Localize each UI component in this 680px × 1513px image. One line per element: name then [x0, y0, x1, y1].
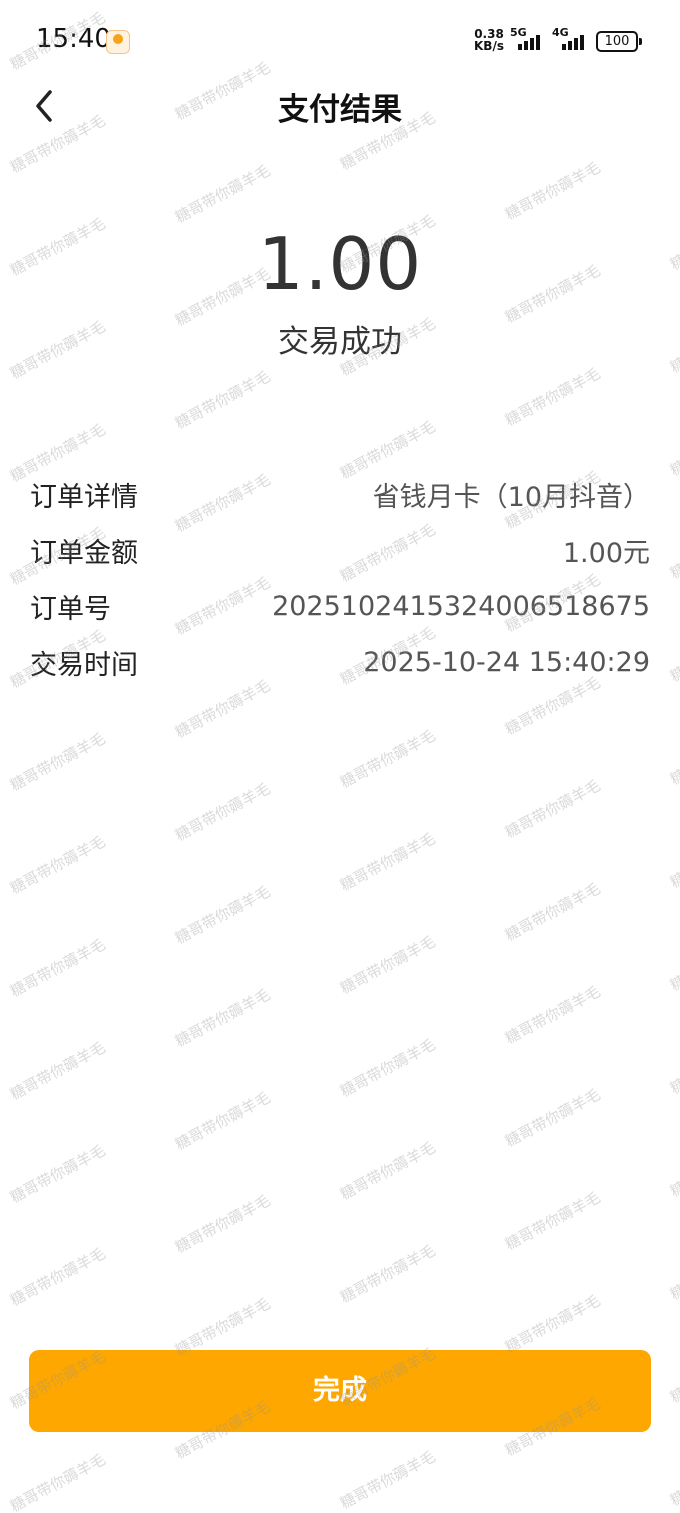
payment-amount: 1.00: [257, 222, 423, 306]
detail-row-order-number: 订单号 2025102415324006518675: [30, 578, 650, 634]
detail-row-transaction-time: 交易时间 2025-10-24 15:40:29: [30, 634, 650, 690]
watermark-text: 糖哥带你薅羊毛: [502, 1188, 604, 1254]
page-title: 支付结果: [278, 92, 402, 128]
watermark-text: 糖哥带你薅羊毛: [337, 829, 439, 895]
watermark-text: 糖哥带你薅羊毛: [172, 779, 274, 845]
watermark-text: 糖哥带你薅羊毛: [337, 1138, 439, 1204]
status-bar: 15:40 0.38 KB/s 5G 4G 100: [0, 0, 680, 80]
watermark-text: 糖哥带你薅羊毛: [502, 879, 604, 945]
detail-value: 1.00元: [562, 537, 650, 569]
watermark-text: 糖哥带你薅羊毛: [337, 726, 439, 792]
status-time: 15:40: [36, 24, 111, 54]
watermark-text: 糖哥带你薅羊毛: [337, 1035, 439, 1101]
watermark-text: 糖哥带你薅羊毛: [667, 517, 680, 583]
detail-value: 2025-10-24 15:40:29: [363, 646, 650, 678]
watermark-text: 糖哥带你薅羊毛: [667, 1135, 680, 1201]
watermark-text: 糖哥带你薅羊毛: [502, 982, 604, 1048]
watermark-text: 糖哥带你薅羊毛: [667, 723, 680, 789]
watermark-text: 糖哥带你薅羊毛: [7, 1450, 109, 1513]
app-notification-icon: [106, 30, 130, 54]
watermark-text: 糖哥带你薅羊毛: [7, 1244, 109, 1310]
detail-label: 订单号: [30, 593, 111, 625]
detail-value: 省钱月卡（10月抖音）: [372, 481, 650, 513]
watermark-text: 糖哥带你薅羊毛: [7, 1141, 109, 1207]
watermark-text: 糖哥带你薅羊毛: [172, 161, 274, 227]
transaction-status: 交易成功: [278, 324, 402, 360]
signal-bars-icon: [518, 32, 546, 50]
battery-icon: 100: [596, 31, 642, 52]
network-speed-unit: KB/s: [474, 39, 504, 53]
watermark-text: 糖哥带你薅羊毛: [502, 1085, 604, 1151]
watermark-text: 糖哥带你薅羊毛: [667, 1444, 680, 1510]
watermark-text: 糖哥带你薅羊毛: [667, 620, 680, 686]
watermark-text: 糖哥带你薅羊毛: [7, 729, 109, 795]
watermark-text: 糖哥带你薅羊毛: [337, 1447, 439, 1513]
watermark-text: 糖哥带你薅羊毛: [172, 985, 274, 1051]
watermark-text: 糖哥带你薅羊毛: [172, 1088, 274, 1154]
detail-row-order-info: 订单详情 省钱月卡（10月抖音）: [30, 466, 650, 522]
watermark-text: 糖哥带你薅羊毛: [502, 1291, 604, 1357]
watermark-text: 糖哥带你薅羊毛: [172, 882, 274, 948]
detail-label: 交易时间: [30, 649, 138, 681]
watermark-text: 糖哥带你薅羊毛: [502, 364, 604, 430]
watermark-text: 糖哥带你薅羊毛: [667, 414, 680, 480]
watermark-text: 糖哥带你薅羊毛: [667, 826, 680, 892]
order-details: 订单详情 省钱月卡（10月抖音） 订单金额 1.00元 订单号 20251024…: [30, 466, 650, 690]
watermark-text: 糖哥带你薅羊毛: [667, 1341, 680, 1407]
watermark-text: 糖哥带你薅羊毛: [337, 932, 439, 998]
detail-label: 订单金额: [30, 537, 138, 569]
watermark-text: 糖哥带你薅羊毛: [667, 929, 680, 995]
network-speed: 0.38 KB/s: [474, 28, 504, 52]
watermark-text: 糖哥带你薅羊毛: [7, 935, 109, 1001]
detail-label: 订单详情: [30, 481, 138, 513]
detail-value: 2025102415324006518675: [272, 590, 650, 622]
watermark-text: 糖哥带你薅羊毛: [172, 367, 274, 433]
navigation-bar: 支付结果: [0, 80, 680, 132]
watermark-text: 糖哥带你薅羊毛: [172, 1191, 274, 1257]
detail-row-order-amount: 订单金额 1.00元: [30, 522, 650, 578]
watermark-text: 糖哥带你薅羊毛: [667, 1238, 680, 1304]
watermark-text: 糖哥带你薅羊毛: [7, 832, 109, 898]
watermark-text: 糖哥带你薅羊毛: [7, 1038, 109, 1104]
done-button[interactable]: 完成: [29, 1350, 651, 1432]
watermark-text: 糖哥带你薅羊毛: [502, 776, 604, 842]
watermark-text: 糖哥带你薅羊毛: [667, 1032, 680, 1098]
watermark-text: 糖哥带你薅羊毛: [337, 1241, 439, 1307]
signal-bars-icon: [562, 32, 590, 50]
watermark-text: 糖哥带你薅羊毛: [502, 158, 604, 224]
